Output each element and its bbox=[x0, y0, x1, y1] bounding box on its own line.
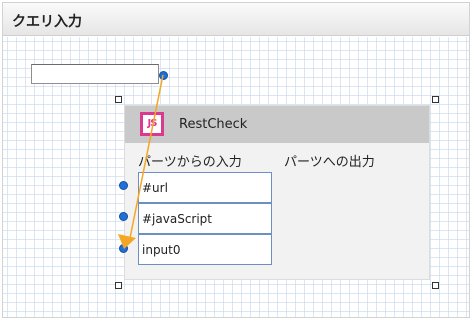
input-port-input0[interactable] bbox=[119, 244, 128, 253]
restcheck-node[interactable]: JS RestCheck パーツからの入力 パーツへの出力 #url #java… bbox=[124, 105, 430, 280]
restcheck-logo-icon: JS bbox=[140, 112, 164, 136]
query-output-port[interactable] bbox=[159, 71, 168, 80]
window-header: クエリ入力 bbox=[3, 3, 469, 36]
resize-handle-bottom-left[interactable] bbox=[115, 282, 122, 289]
input-label-javascript: #javaScript bbox=[142, 212, 213, 226]
window-title: クエリ入力 bbox=[12, 14, 82, 30]
input-row-url[interactable]: #url bbox=[138, 172, 272, 203]
input-port-url[interactable] bbox=[119, 181, 128, 190]
node-header[interactable]: JS RestCheck bbox=[125, 106, 429, 143]
resize-handle-top-right[interactable] bbox=[432, 96, 439, 103]
input-row-javascript[interactable]: #javaScript bbox=[138, 203, 272, 234]
inputs-label: パーツからの入力 bbox=[138, 155, 242, 170]
input-row-input0[interactable]: input0 bbox=[138, 234, 272, 265]
logo-text: JS bbox=[143, 115, 161, 133]
node-title: RestCheck bbox=[179, 117, 248, 132]
resize-handle-bottom-right[interactable] bbox=[432, 282, 439, 289]
input-label-url: #url bbox=[142, 181, 168, 195]
outputs-label: パーツへの出力 bbox=[284, 155, 375, 170]
input-port-javascript[interactable] bbox=[119, 212, 128, 221]
query-input[interactable] bbox=[31, 64, 159, 84]
input-label-input0: input0 bbox=[142, 243, 181, 257]
resize-handle-top-left[interactable] bbox=[115, 96, 122, 103]
